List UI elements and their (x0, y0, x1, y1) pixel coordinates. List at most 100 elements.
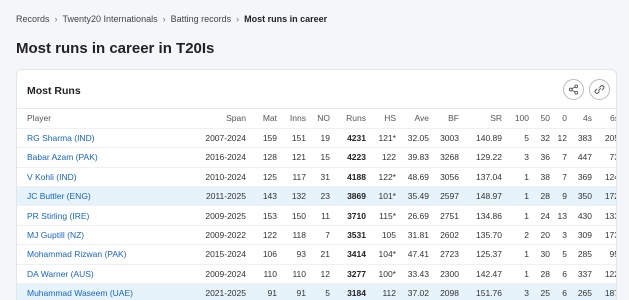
cell-100: 2 (524, 230, 529, 241)
column-header-bf[interactable]: BF (429, 109, 459, 128)
share-button[interactable] (563, 79, 584, 100)
breadcrumb-t20i[interactable]: Twenty20 Internationals (63, 14, 158, 24)
most-runs-card: Most Runs Player Span Mat Inns NO Runs HS Ave BF… (16, 69, 617, 300)
player-link[interactable]: V Kohli (IND) (17, 167, 165, 186)
cell-sr: 129.22 (476, 152, 502, 163)
cell-inns: 132 (291, 191, 306, 202)
cell-100: 1 (524, 171, 529, 182)
cell-runs: 3531 (347, 230, 366, 241)
column-header-mat[interactable]: Mat (246, 109, 277, 128)
cell-runs: 3184 (347, 288, 366, 299)
cell-4s: 369 (577, 171, 592, 182)
cell-span: 2009-2024 (205, 268, 246, 279)
column-header-100[interactable]: 100 (502, 109, 529, 128)
player-link[interactable]: JC Buttler (ENG) (17, 187, 165, 206)
column-header-hs[interactable]: HS (366, 109, 396, 128)
column-header-runs[interactable]: Runs (330, 109, 366, 128)
cell-ave: 31.81 (407, 230, 429, 241)
copy-link-button[interactable] (589, 79, 610, 100)
cell-mat: 91 (267, 288, 277, 299)
cell-4s: 350 (577, 191, 592, 202)
cell-sr: 151.76 (476, 288, 502, 299)
cell-50: 30 (540, 249, 550, 260)
column-header-no[interactable]: NO (306, 109, 330, 128)
breadcrumb-current: Most runs in career (244, 14, 328, 24)
cell-0: 3 (562, 230, 567, 241)
cell-ave: 35.49 (407, 191, 429, 202)
cell-span: 2010-2024 (205, 171, 246, 182)
breadcrumb-records[interactable]: Records (16, 14, 50, 24)
cell-ave: 47.41 (407, 249, 429, 260)
cell-0: 13 (557, 210, 567, 221)
cell-inns: 121 (291, 152, 306, 163)
cell-bf: 3003 (440, 133, 459, 144)
cell-inns: 110 (292, 268, 306, 279)
player-link[interactable]: Mohammad Rizwan (PAK) (17, 245, 165, 264)
player-link[interactable]: RG Sharma (IND) (17, 128, 165, 147)
player-link[interactable]: Muhammad Waseem (UAE) (17, 284, 165, 300)
cell-sr: 137.04 (476, 171, 502, 182)
cell-bf: 2751 (440, 210, 459, 221)
column-header-span[interactable]: Span (165, 109, 246, 128)
cell-4s: 265 (577, 288, 592, 299)
cell-6s: 73 (609, 152, 616, 163)
column-header-6s[interactable]: 6s (592, 109, 616, 128)
cell-0: 12 (557, 133, 567, 144)
cell-no: 15 (320, 152, 330, 163)
table-row: PR Stirling (IRE) 2009-2025 153 150 11 3710 11… (17, 205, 616, 225)
cell-4s: 447 (577, 152, 592, 163)
cell-bf: 2723 (440, 249, 459, 260)
cell-bf: 2597 (440, 191, 459, 202)
cell-sr: 142.47 (476, 268, 502, 279)
cell-sr: 134.86 (476, 210, 502, 221)
table-row: JC Buttler (ENG) 2011-2025 143 132 23 3869 101… (17, 186, 616, 206)
cell-ave: 39.83 (407, 152, 429, 163)
player-link[interactable]: PR Stirling (IRE) (17, 206, 165, 225)
cell-100: 1 (524, 210, 529, 221)
column-header-ave[interactable]: Ave (396, 109, 430, 128)
column-header-player[interactable]: Player (17, 109, 165, 128)
cell-span: 2009-2025 (205, 210, 246, 221)
breadcrumb-batting-records[interactable]: Batting records (171, 14, 232, 24)
breadcrumb: Records › Twenty20 Internationals › Batting … (16, 14, 327, 24)
cell-4s: 430 (577, 210, 592, 221)
table-row: V Kohli (IND) 2010-2024 125 117 31 4188 122* 48… (17, 167, 616, 186)
cell-50: 20 (540, 230, 550, 241)
column-header-4s[interactable]: 4s (567, 109, 592, 128)
player-link[interactable]: Babar Azam (PAK) (17, 148, 165, 167)
cell-50: 32 (540, 133, 550, 144)
cell-ave: 26.69 (407, 210, 429, 221)
column-header-inns[interactable]: Inns (277, 109, 306, 128)
player-link[interactable]: DA Warner (AUS) (17, 264, 165, 283)
cell-0: 7 (562, 152, 567, 163)
cell-0: 6 (562, 268, 567, 279)
table-row: RG Sharma (IND) 2007-2024 159 151 19 4231 121*… (17, 128, 616, 147)
cell-100: 1 (524, 249, 529, 260)
cell-runs: 4188 (347, 171, 366, 182)
cell-ave: 37.02 (407, 288, 429, 299)
player-link[interactable]: MJ Guptill (NZ) (17, 225, 165, 244)
cell-hs: 105 (381, 230, 396, 241)
cell-runs: 4231 (347, 133, 366, 144)
cell-hs: 100* (378, 268, 397, 279)
cell-no: 7 (325, 230, 330, 241)
breadcrumb-separator: › (236, 14, 240, 24)
cell-bf: 3056 (440, 171, 459, 182)
cell-ave: 33.43 (407, 268, 429, 279)
cell-4s: 309 (577, 230, 592, 241)
cell-50: 28 (540, 191, 550, 202)
column-header-sr[interactable]: SR (459, 109, 502, 128)
cell-50: 38 (540, 171, 550, 182)
table-header-row: Player Span Mat Inns NO Runs HS Ave BF SR 100 50 0 4s… (17, 109, 616, 128)
column-header-50[interactable]: 50 (529, 109, 550, 128)
column-header-0[interactable]: 0 (550, 109, 567, 128)
cell-100: 3 (524, 152, 529, 163)
cell-span: 2015-2024 (205, 249, 246, 260)
share-icon (568, 84, 579, 95)
cell-no: 23 (320, 191, 330, 202)
cell-ave: 48.69 (407, 171, 429, 182)
cell-bf: 2098 (440, 288, 459, 299)
cell-inns: 151 (291, 133, 306, 144)
cell-mat: 106 (262, 249, 277, 260)
cell-hs: 104* (378, 249, 397, 260)
